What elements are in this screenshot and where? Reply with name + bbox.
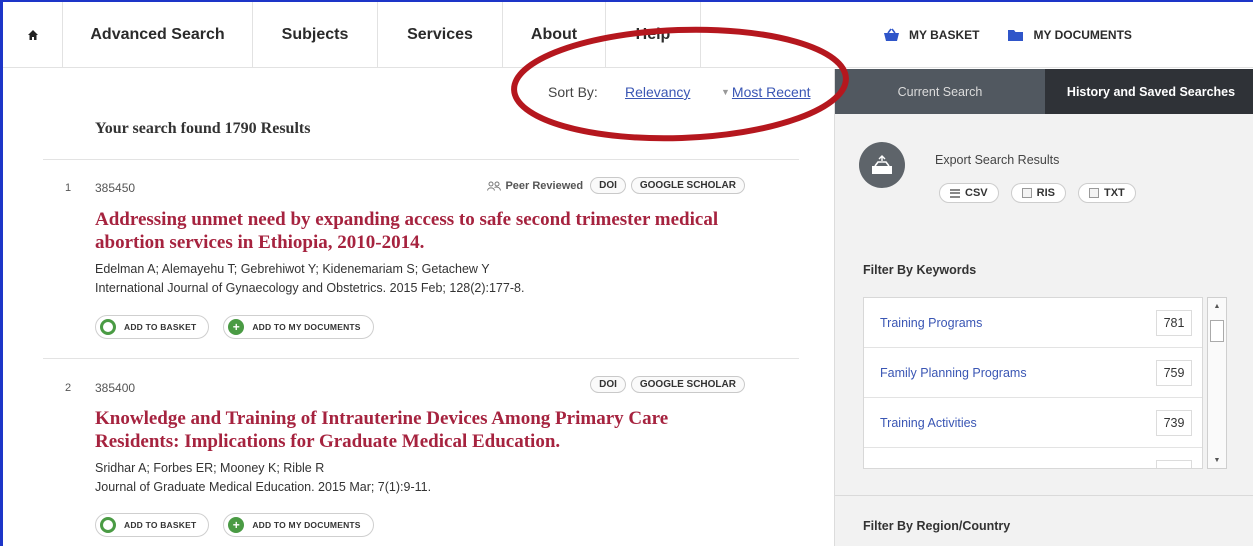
doi-button[interactable]: DOI — [590, 177, 626, 194]
checkbox-icon — [1021, 188, 1032, 198]
checkbox-icon — [1088, 188, 1099, 198]
home-icon — [27, 30, 38, 40]
divider — [43, 159, 799, 160]
result-number: 2 — [65, 382, 72, 394]
filter-region-title: Filter By Region/Country — [863, 519, 1011, 533]
google-scholar-button[interactable]: GOOGLE SCHOLAR — [630, 177, 745, 194]
add-to-basket-label: ADD TO BASKET — [124, 520, 197, 530]
my-documents-label: MY DOCUMENTS — [1033, 28, 1132, 42]
result-journal: Journal of Graduate Medical Education. 2… — [95, 480, 432, 494]
result-journal: International Journal of Gynaecology and… — [95, 281, 525, 295]
sort-relevancy-link[interactable]: Relevancy — [625, 84, 690, 100]
nav-about[interactable]: About — [503, 2, 606, 68]
keyword-row[interactable]: Training Programs 781 — [864, 298, 1202, 348]
plus-icon: + — [228, 517, 245, 533]
folder-icon — [1008, 30, 1024, 41]
result-number: 1 — [65, 182, 72, 194]
nav-subjects[interactable]: Subjects — [253, 2, 378, 68]
export-csv-button[interactable]: CSV — [939, 183, 999, 203]
keyword-row[interactable]: Training Activities 739 — [864, 398, 1202, 448]
doi-button[interactable]: DOI — [590, 376, 626, 393]
keyword-count: 759 — [1156, 360, 1192, 386]
peer-reviewed-badge: Peer Reviewed — [487, 180, 583, 192]
google-scholar-button[interactable]: GOOGLE SCHOLAR — [630, 376, 745, 393]
result-title-link[interactable]: Knowledge and Training of Intrauterine D… — [95, 407, 755, 453]
side-panel: Current Search History and Saved Searche… — [834, 69, 1253, 546]
export-icon — [872, 154, 892, 174]
sort-caret-icon: ▼ — [721, 87, 730, 97]
nav-advanced-search[interactable]: Advanced Search — [63, 2, 253, 68]
scroll-down-icon[interactable]: ▼ — [1208, 452, 1226, 468]
keyword-row-partial — [864, 448, 1202, 468]
keyword-count-partial — [1156, 460, 1192, 468]
result-badges: Peer Reviewed DOI GOOGLE SCHOLAR — [487, 177, 745, 194]
export-options: CSV RIS TXT — [939, 183, 1136, 203]
keyword-link[interactable]: Training Programs — [880, 316, 982, 330]
user-links: MY BASKET MY DOCUMENTS — [883, 2, 1132, 68]
my-basket-label: MY BASKET — [909, 28, 980, 42]
keyword-count: 739 — [1156, 410, 1192, 436]
divider — [43, 358, 799, 359]
filter-keywords-title: Filter By Keywords — [863, 263, 977, 277]
tab-current-search[interactable]: Current Search — [835, 69, 1045, 114]
tab-history-saved-searches[interactable]: History and Saved Searches — [1045, 69, 1253, 114]
panel-tabs: Current Search History and Saved Searche… — [835, 69, 1253, 114]
result-authors: Sridhar A; Forbes ER; Mooney K; Rible R — [95, 461, 325, 475]
sort-bar: Sort By: Relevancy ▼ Most Recent — [3, 84, 833, 104]
result-authors: Edelman A; Alemayehu T; Gebrehiwot Y; Ki… — [95, 262, 490, 276]
add-to-basket-button[interactable]: ADD TO BASKET — [95, 315, 210, 339]
result-badges: DOI GOOGLE SCHOLAR — [590, 376, 745, 393]
home-button[interactable] — [3, 2, 63, 68]
add-to-documents-label: ADD TO MY DOCUMENTS — [252, 322, 361, 332]
export-txt-button[interactable]: TXT — [1077, 183, 1136, 203]
result-actions: ADD TO BASKET + ADD TO MY DOCUMENTS — [95, 315, 374, 339]
result-title-link[interactable]: Addressing unmet need by expanding acces… — [95, 208, 755, 254]
export-txt-label: TXT — [1103, 187, 1125, 199]
keyword-count: 781 — [1156, 310, 1192, 336]
result-actions: ADD TO BASKET + ADD TO MY DOCUMENTS — [95, 513, 374, 537]
keyword-list[interactable]: Training Programs 781 Family Planning Pr… — [863, 297, 1203, 469]
nav-services[interactable]: Services — [378, 2, 503, 68]
top-nav: Advanced Search Subjects Services About … — [3, 2, 1253, 68]
add-to-basket-label: ADD TO BASKET — [124, 322, 197, 332]
my-basket-link[interactable]: MY BASKET — [883, 28, 979, 42]
keyword-link[interactable]: Training Activities — [880, 416, 977, 430]
export-button[interactable] — [859, 142, 905, 188]
scroll-up-icon[interactable]: ▲ — [1208, 298, 1226, 314]
csv-icon — [950, 188, 960, 198]
scroll-thumb[interactable] — [1210, 320, 1224, 342]
results-count: Your search found 1790 Results — [95, 120, 311, 137]
keyword-scrollbar[interactable]: ▲ ▼ — [1207, 297, 1227, 469]
add-to-documents-button[interactable]: + ADD TO MY DOCUMENTS — [223, 315, 374, 339]
my-documents-link[interactable]: MY DOCUMENTS — [1007, 28, 1132, 42]
basket-icon — [884, 28, 899, 41]
result-id: 385400 — [95, 381, 136, 395]
panel-divider — [835, 495, 1253, 496]
result-id: 385450 — [95, 181, 136, 195]
sort-label: Sort By: — [548, 84, 598, 100]
basket-circle-icon — [100, 319, 116, 335]
add-to-documents-button[interactable]: + ADD TO MY DOCUMENTS — [223, 513, 374, 537]
basket-circle-icon — [100, 517, 116, 533]
export-title: Export Search Results — [935, 153, 1060, 167]
sort-most-recent[interactable]: ▼ Most Recent — [721, 84, 811, 100]
peer-reviewed-label: Peer Reviewed — [505, 179, 584, 192]
export-ris-button[interactable]: RIS — [1010, 183, 1066, 203]
sort-most-recent-link[interactable]: Most Recent — [732, 84, 811, 100]
people-icon — [487, 181, 502, 191]
page-frame: Advanced Search Subjects Services About … — [0, 0, 1253, 546]
nav-help[interactable]: Help — [606, 2, 701, 68]
plus-icon: + — [228, 319, 245, 335]
add-to-documents-label: ADD TO MY DOCUMENTS — [252, 520, 361, 530]
keyword-row[interactable]: Family Planning Programs 759 — [864, 348, 1202, 398]
add-to-basket-button[interactable]: ADD TO BASKET — [95, 513, 210, 537]
export-csv-label: CSV — [965, 187, 988, 199]
keyword-link[interactable]: Family Planning Programs — [880, 366, 1027, 380]
export-ris-label: RIS — [1036, 187, 1055, 199]
